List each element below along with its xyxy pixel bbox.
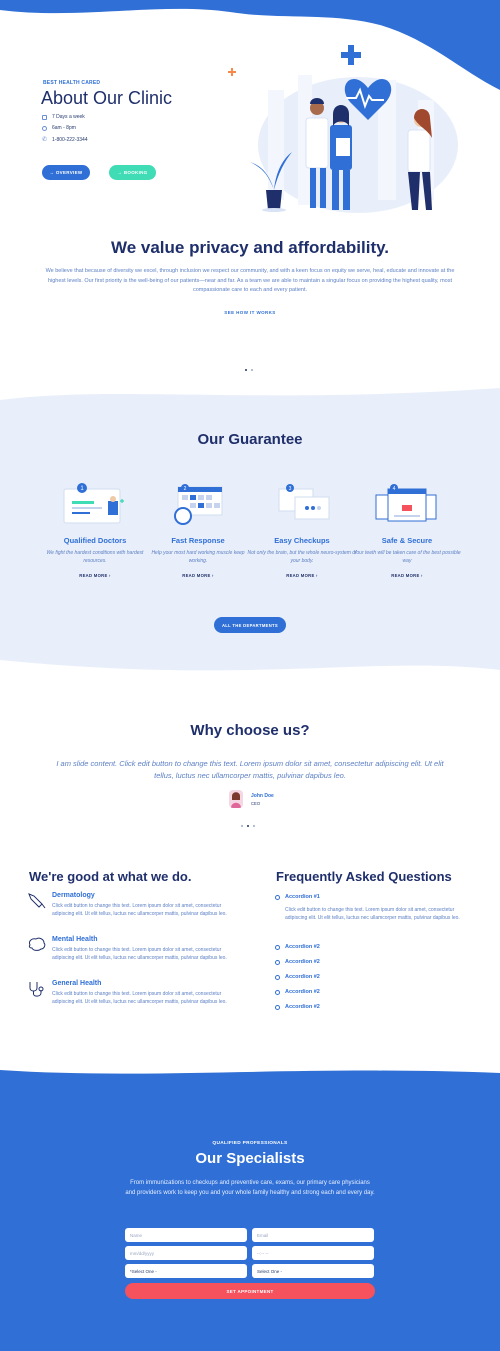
circle-icon	[275, 894, 280, 900]
privacy-title: We value privacy and affordability.	[110, 238, 390, 257]
testimonial-name: John Doe	[251, 793, 274, 799]
specialists-text: From immunizations to checkups and preve…	[125, 1180, 375, 1196]
page-title: About Our Clinic	[41, 88, 173, 108]
accordion-item[interactable]: Accordion #1	[275, 894, 320, 900]
testimonial-dots[interactable]	[241, 825, 255, 827]
overview-button[interactable]: → OVERVIEW	[42, 165, 90, 180]
circle-icon	[275, 959, 280, 965]
specialists-eyebrow: QUALIFIED PROFESSIONALS	[212, 1141, 288, 1146]
card-safe-secure: Safe & Secure Your teeth will be taken c…	[352, 536, 462, 578]
safe-secure-illustration: 4	[375, 484, 437, 522]
see-how-link[interactable]: SEE HOW IT WORKS	[0, 310, 500, 315]
avatar	[229, 790, 243, 808]
read-more-link[interactable]: READ MORE ›	[247, 573, 357, 578]
syringe-icon	[28, 893, 46, 909]
set-appointment-button[interactable]: SET APPOINTMENT	[125, 1283, 375, 1299]
card-fast-response: Fast Response Help your most hard workin…	[143, 536, 253, 578]
privacy-text: We believe that because of diversity we …	[45, 268, 455, 293]
fast-response-illustration: 2	[174, 484, 223, 525]
faq-title: Frequently Asked Questions	[276, 869, 452, 884]
qualified-doctors-illustration: 1	[63, 483, 124, 524]
accordion-item[interactable]: Accordion #2	[275, 944, 320, 950]
accordion-body: Click edit button to change this text. L…	[285, 907, 460, 921]
card-qualified-doctors: Qualified Doctors We fight the hardest c…	[40, 536, 150, 578]
calendar-icon	[42, 114, 47, 120]
accordion-item[interactable]: Accordion #2	[275, 1004, 320, 1010]
doctors-illustration	[228, 45, 458, 213]
svg-text:3: 3	[289, 486, 292, 492]
services-title: We're good at what we do.	[29, 869, 192, 884]
circle-icon	[275, 989, 280, 995]
hero-eyebrow: BEST HEALTH CARED	[43, 80, 101, 86]
booking-button[interactable]: → BOOKING	[109, 165, 156, 180]
read-more-link[interactable]: READ MORE ›	[40, 573, 150, 578]
circle-icon	[275, 944, 280, 950]
circle-icon	[275, 974, 280, 980]
brain-icon	[28, 937, 46, 951]
circle-icon	[275, 1004, 280, 1010]
email-field[interactable]: Email	[252, 1228, 374, 1242]
svg-text:4: 4	[393, 486, 396, 492]
stethoscope-icon	[29, 982, 44, 997]
read-more-link[interactable]: READ MORE ›	[143, 573, 253, 578]
select-field-2[interactable]: Select One -	[252, 1264, 374, 1278]
all-departments-button[interactable]: ALL THE DEPARTMENTS	[214, 617, 286, 633]
why-title: Why choose us?	[190, 722, 310, 739]
accordion-item[interactable]: Accordion #2	[275, 974, 320, 980]
select-field-1[interactable]: *Select One -	[125, 1264, 247, 1278]
card-easy-checkups: Easy Checkups Not only the brain, but th…	[247, 536, 357, 578]
specialists-background	[0, 1070, 500, 1351]
read-more-link[interactable]: READ MORE ›	[352, 573, 462, 578]
info-days: 7 Days a week	[42, 114, 85, 120]
date-field[interactable]: mm/dd/yyyy	[125, 1246, 247, 1260]
phone-icon: ✆	[42, 137, 48, 143]
easy-checkups-illustration: 3	[278, 484, 330, 520]
svg-text:2: 2	[184, 486, 187, 492]
testimonial-quote: I am slide content. Click edit button to…	[56, 759, 444, 780]
specialists-title: Our Specialists	[195, 1150, 305, 1167]
name-field[interactable]: Name	[125, 1228, 247, 1242]
guarantee-title: Our Guarantee	[197, 431, 303, 448]
info-phone: ✆ 1-800-222-3344	[42, 136, 88, 144]
clock-icon	[42, 125, 47, 131]
info-hours: 6am - 8pm	[42, 125, 76, 131]
time-field[interactable]: --:-- --	[252, 1246, 374, 1260]
accordion-item[interactable]: Accordion #2	[275, 959, 320, 965]
guarantee-background	[0, 388, 500, 671]
accordion-item[interactable]: Accordion #2	[275, 989, 320, 995]
slider-dots[interactable]	[245, 369, 253, 371]
testimonial-role: CEO	[251, 801, 261, 806]
